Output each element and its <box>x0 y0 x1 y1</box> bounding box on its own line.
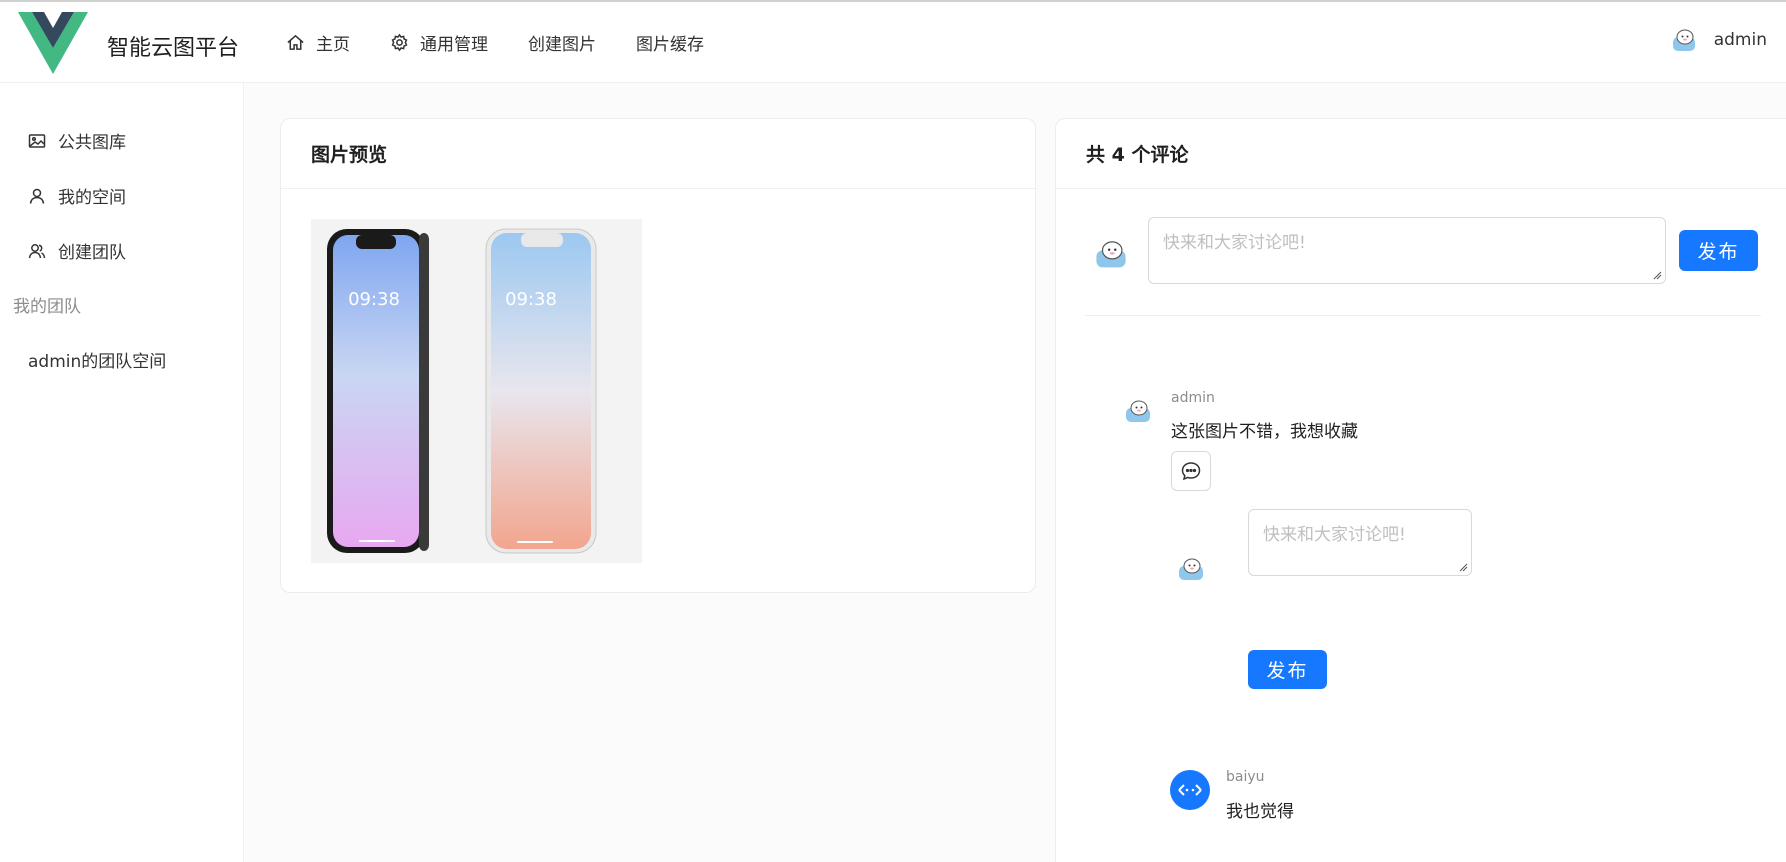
user-menu[interactable]: admin <box>1670 26 1767 54</box>
reply-input[interactable]: 快来和大家讨论吧! <box>1248 509 1472 576</box>
reply-publish-button[interactable]: 发布 <box>1248 650 1327 689</box>
sidebar-item-label: 公共图库 <box>58 133 126 153</box>
sidebar-item-admin-team-space[interactable]: admin的团队空间 <box>28 347 166 372</box>
preview-image[interactable]: 09:38 09:38 <box>311 219 642 563</box>
sidebar-item-my-space[interactable]: 我的空间 <box>28 183 126 208</box>
picture-icon <box>28 133 46 148</box>
cartoon-avatar-icon <box>1126 400 1150 422</box>
nav-label: 通用管理 <box>420 35 488 55</box>
sidebar-item-label: 我的空间 <box>58 188 126 208</box>
team-icon <box>28 243 46 258</box>
top-nav: 主页 通用管理 创建图片 图片缓存 <box>286 2 744 83</box>
top-header: 智能云图平台 主页 通用管理 创建图片 图片缓存 admin <box>0 2 1786 83</box>
vue-logo-icon[interactable] <box>18 12 88 74</box>
main-content: 图片预览 09:38 09:38 共 4 个评论 快来和大家讨论吧! 发布 ad… <box>245 83 1786 862</box>
comments-divider <box>1085 315 1761 316</box>
reply-input-placeholder: 快来和大家讨论吧! <box>1263 525 1406 545</box>
nav-item-create-picture[interactable]: 创建图片 <box>528 2 596 83</box>
resize-handle-icon[interactable] <box>1458 562 1468 572</box>
sidebar-item-label: 创建团队 <box>58 243 126 263</box>
phone-1-time: 09:38 <box>348 289 400 310</box>
phone-2-time: 09:38 <box>505 289 557 310</box>
nav-item-general-manage[interactable]: 通用管理 <box>390 2 488 83</box>
preview-card-title: 图片预览 <box>281 119 1035 189</box>
baiyu-avatar-icon <box>1170 770 1210 810</box>
comment-username: baiyu <box>1226 769 1265 785</box>
user-icon <box>29 188 45 204</box>
brand-title: 智能云图平台 <box>107 36 240 61</box>
nav-label: 创建图片 <box>528 35 596 55</box>
comment-text: 我也觉得 <box>1226 802 1294 822</box>
user-name: admin <box>1713 30 1767 50</box>
gear-icon <box>391 33 408 52</box>
publish-button[interactable]: 发布 <box>1679 230 1758 271</box>
comment-text: 这张图片不错，我想收藏 <box>1171 422 1358 442</box>
nav-label: 主页 <box>316 35 350 55</box>
home-icon <box>287 34 304 50</box>
resize-handle-icon[interactable] <box>1652 270 1662 280</box>
sidebar-item-create-team[interactable]: 创建团队 <box>28 238 126 263</box>
reply-button[interactable] <box>1171 451 1211 491</box>
cartoon-avatar-icon <box>1179 558 1203 580</box>
comments-card: 共 4 个评论 快来和大家讨论吧! 发布 admin 这张图片不错，我想收藏 快… <box>1055 118 1786 862</box>
cartoon-avatar-icon <box>1672 29 1695 51</box>
comment-input[interactable]: 快来和大家讨论吧! <box>1148 217 1666 284</box>
comment-username: admin <box>1171 390 1215 406</box>
preview-card: 图片预览 09:38 09:38 <box>280 118 1036 593</box>
comment-input-placeholder: 快来和大家讨论吧! <box>1163 233 1306 253</box>
sidebar-item-label: admin的团队空间 <box>28 352 167 372</box>
sidebar-group-my-teams: 我的团队 <box>13 297 81 317</box>
comment-bubble-icon <box>1181 462 1201 481</box>
comments-card-title: 共 4 个评论 <box>1056 119 1786 189</box>
sidebar: 公共图库 我的空间 创建团队 我的团队 admin的团队空间 <box>0 83 244 862</box>
nav-item-home[interactable]: 主页 <box>286 2 350 83</box>
phones-image: 09:38 09:38 <box>311 219 642 563</box>
nav-item-picture-cache[interactable]: 图片缓存 <box>636 2 704 83</box>
nav-label: 图片缓存 <box>636 35 704 55</box>
sidebar-item-public-gallery[interactable]: 公共图库 <box>28 128 126 153</box>
cartoon-avatar-icon <box>1096 241 1126 268</box>
